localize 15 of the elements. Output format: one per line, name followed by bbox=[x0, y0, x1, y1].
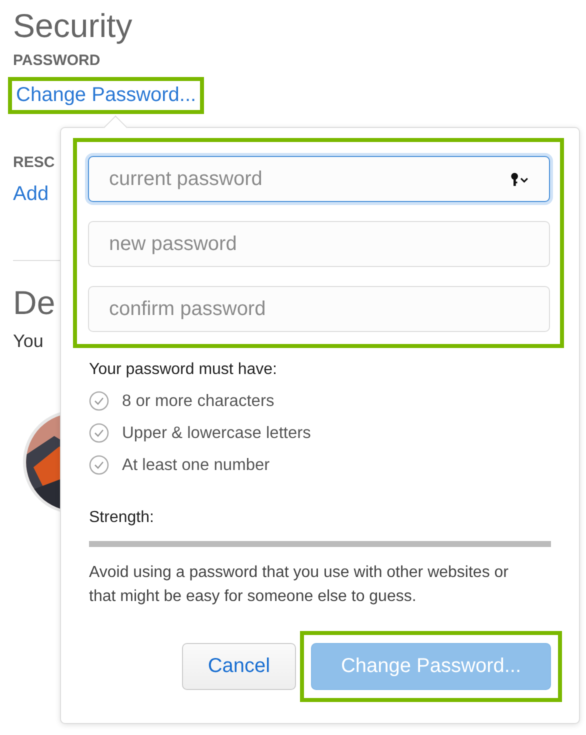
rules-heading: Your password must have: bbox=[89, 361, 278, 379]
rule-text: Upper & lowercase letters bbox=[122, 424, 311, 442]
password-field[interactable]: current password bbox=[88, 156, 550, 202]
section-heading: PASSWORD bbox=[13, 52, 102, 69]
change-password-link[interactable]: Change Password... bbox=[16, 84, 196, 106]
cancel-button[interactable]: Cancel bbox=[182, 643, 296, 690]
rule-text: At least one number bbox=[122, 456, 270, 474]
devices-text: You bbox=[13, 331, 44, 352]
strength-label: Strength: bbox=[89, 509, 155, 527]
page-title: Security bbox=[13, 6, 134, 46]
section-heading: RESC bbox=[13, 154, 56, 171]
rule-text: 8 or more characters bbox=[122, 392, 274, 410]
advice-text: Avoid using a password that you use with other websites or that might be easy for someone else to guess. bbox=[89, 563, 509, 607]
add-link[interactable]: Add bbox=[13, 183, 49, 206]
section-title: De bbox=[13, 283, 56, 323]
